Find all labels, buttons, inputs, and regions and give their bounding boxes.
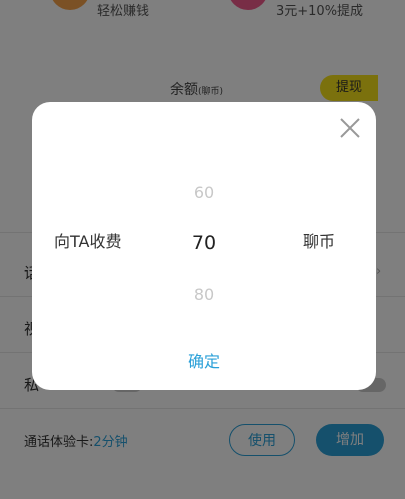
picker-option[interactable]: 60 bbox=[176, 183, 232, 202]
close-icon[interactable] bbox=[338, 116, 362, 140]
confirm-button[interactable]: 确定 bbox=[172, 348, 236, 372]
picker-left-label: 向TA收费 bbox=[54, 232, 122, 251]
fee-picker-dialog: 向TA收费 60 70 80 聊币 确定 bbox=[32, 102, 376, 390]
picker-right-label: 聊币 bbox=[303, 232, 336, 251]
picker-option-selected[interactable]: 70 bbox=[176, 232, 232, 254]
picker-option[interactable]: 80 bbox=[176, 285, 232, 304]
